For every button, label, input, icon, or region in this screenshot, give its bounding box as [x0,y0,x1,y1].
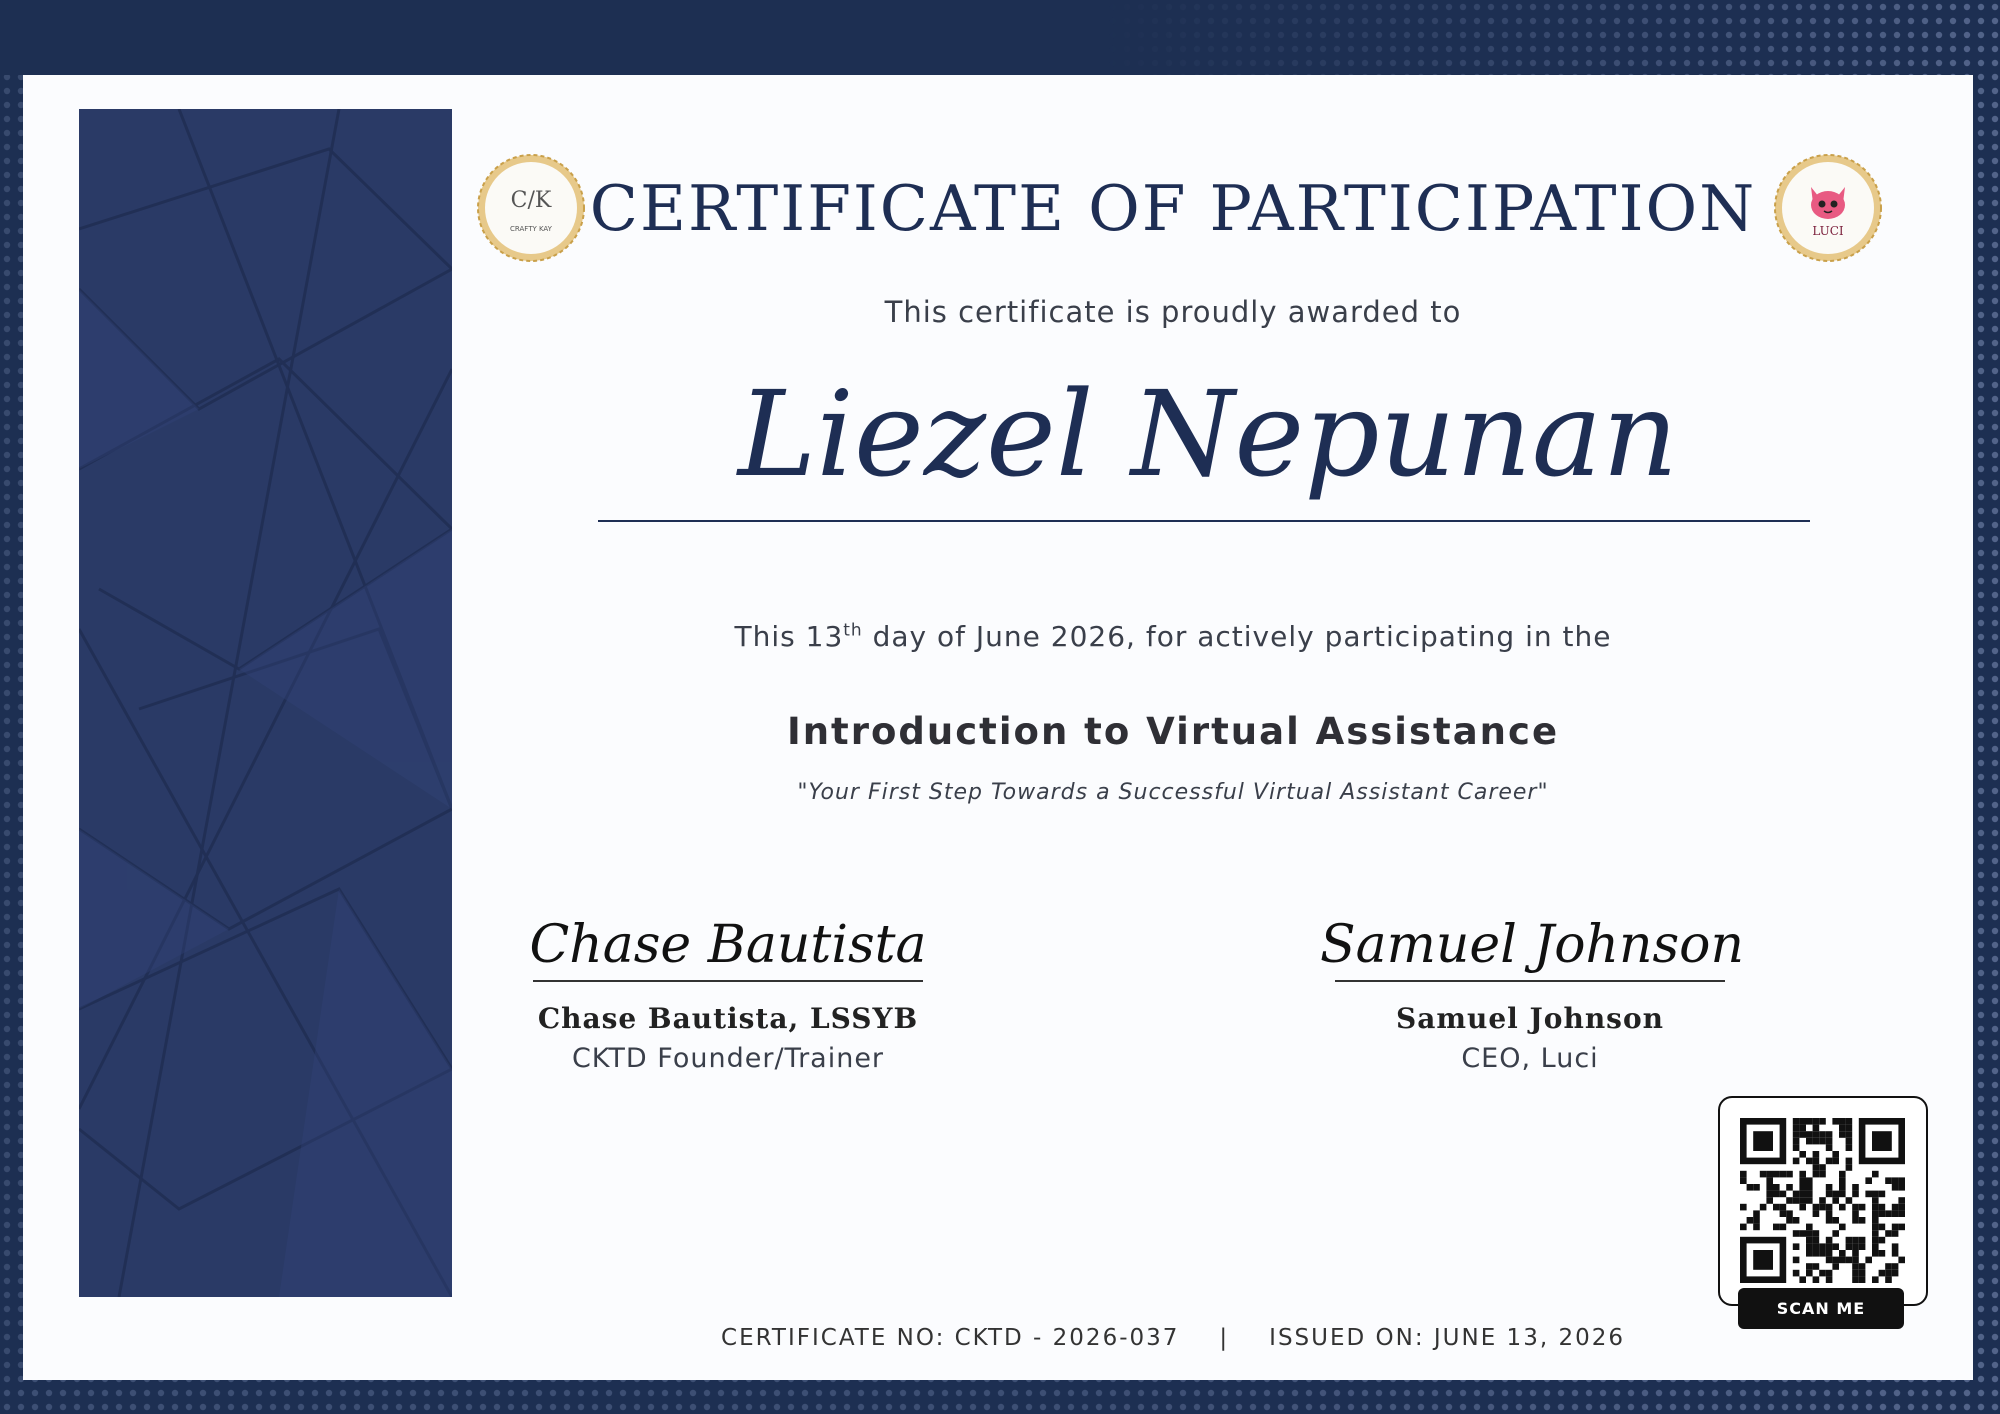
footer-separator: | [1219,1325,1230,1351]
seal-monogram: C/K [511,188,552,213]
signature-image: Chase Bautista [529,915,927,975]
date-line: This 13th day of June 2026, for actively… [583,620,1763,653]
seal-label: LUCI [1812,224,1844,238]
signatory-name: Samuel Johnson [1396,1002,1664,1035]
course-tagline: "Your First Step Towards a Successful Vi… [797,780,1549,805]
signature-line [1335,980,1725,982]
certificate-number: CERTIFICATE NO: CKTD - 2026-037 [721,1325,1180,1351]
date-prefix: This 13 [734,620,844,653]
course-title: Introduction to Virtual Assistance [786,710,1560,753]
awarded-to-text: This certificate is proudly awarded to [884,295,1462,329]
decorative-side-panel [79,109,452,1297]
date-rest: day of June 2026, for actively participa… [862,620,1612,653]
certificate-title: CERTIFICATE OF PARTICIPATION [589,172,1757,245]
certificate-footer: CERTIFICATE NO: CKTD - 2026-037 | ISSUED O… [583,1325,1763,1351]
signatory-right: Samuel Johnson Samuel Johnson CEO, Luci [1320,910,1744,1074]
signatory-left: Chase Bautista Chase Bautista, LSSYB CKT… [518,910,938,1074]
issued-on-date: ISSUED ON: JUNE 13, 2026 [1269,1325,1625,1351]
recipient-name: Liezel Nepunan [737,365,1679,503]
scan-me-label: SCAN ME [1738,1288,1904,1329]
luci-seal: LUCI [1773,153,1883,263]
signatory-role: CEO, Luci [1461,1043,1599,1074]
signatory-role: CKTD Founder/Trainer [571,1043,885,1074]
certificate-card: C/K CRAFTY KAY CERTIFICATE OF PARTICIPAT… [23,75,1973,1380]
seal-label: CRAFTY KAY [510,225,553,233]
signature-line [533,980,923,982]
signatory-name: Chase Bautista, LSSYB [537,1002,919,1035]
date-ordinal: th [843,620,863,641]
qr-code[interactable] [1718,1096,1928,1306]
qr-code-icon [1740,1118,1905,1283]
name-underline [598,520,1810,522]
signature-image: Samuel Johnson [1320,915,1744,975]
crafty-kay-seal: C/K CRAFTY KAY [476,153,586,263]
